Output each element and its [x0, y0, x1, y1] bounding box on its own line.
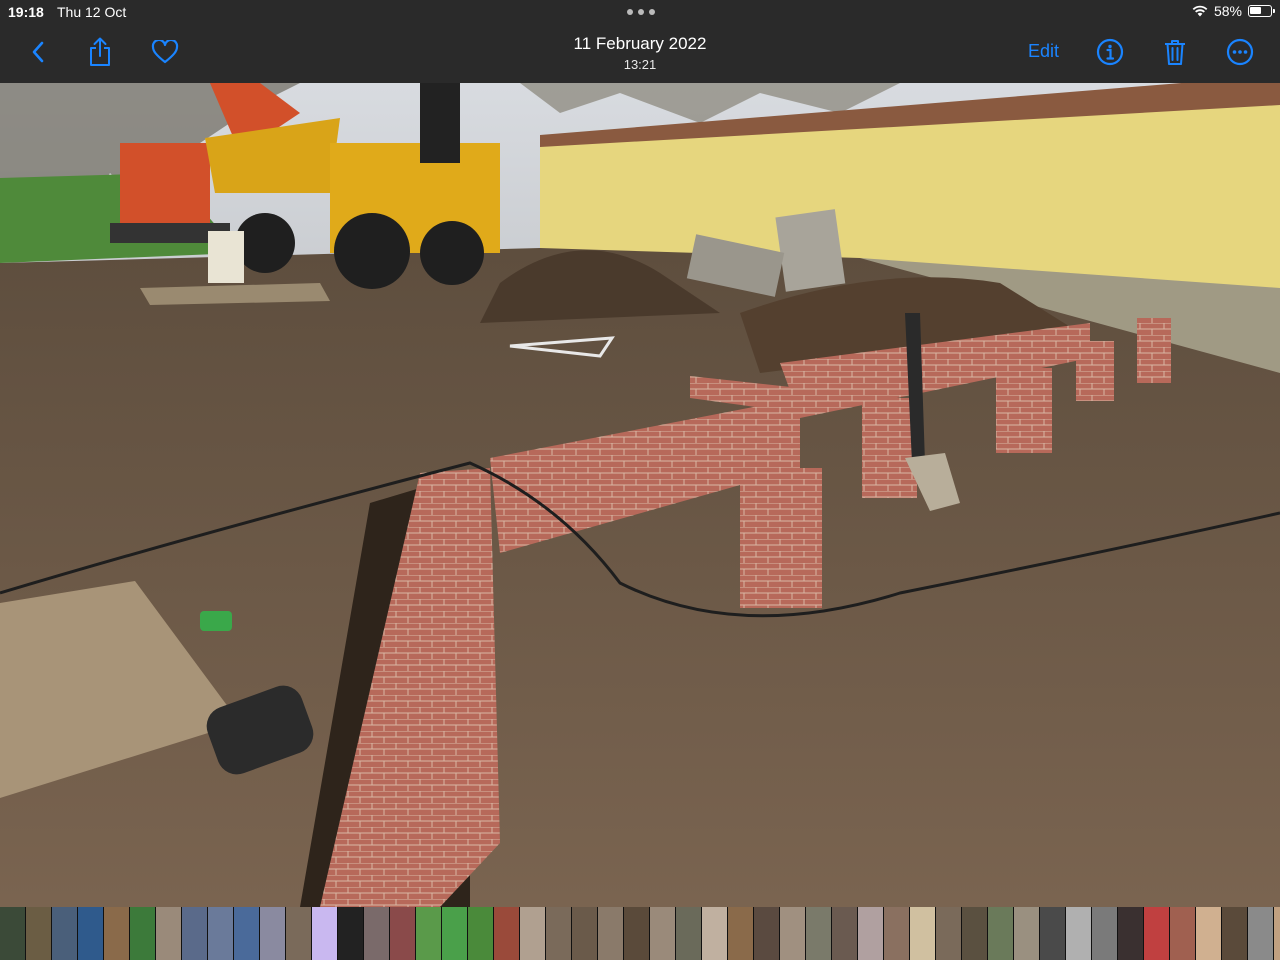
favorite-button[interactable]: [143, 30, 187, 74]
filmstrip-thumbnail[interactable]: [1196, 907, 1221, 960]
filmstrip-thumbnail[interactable]: [1092, 907, 1117, 960]
back-button[interactable]: [16, 30, 60, 74]
filmstrip-thumbnail[interactable]: [0, 907, 25, 960]
photo-view[interactable]: [0, 83, 1280, 907]
filmstrip-thumbnail[interactable]: [1118, 907, 1143, 960]
filmstrip-thumbnail[interactable]: [416, 907, 441, 960]
filmstrip-thumbnail[interactable]: [1040, 907, 1065, 960]
filmstrip[interactable]: [0, 907, 1280, 960]
filmstrip-thumbnail[interactable]: [962, 907, 987, 960]
heart-icon: [151, 40, 179, 64]
filmstrip-thumbnail[interactable]: [312, 907, 337, 960]
filmstrip-thumbnail[interactable]: [1248, 907, 1273, 960]
filmstrip-thumbnail[interactable]: [988, 907, 1013, 960]
info-button[interactable]: [1088, 30, 1132, 74]
filmstrip-thumbnail[interactable]: [364, 907, 389, 960]
filmstrip-thumbnail[interactable]: [572, 907, 597, 960]
filmstrip-thumbnail[interactable]: [546, 907, 571, 960]
filmstrip-thumbnail[interactable]: [390, 907, 415, 960]
filmstrip-thumbnail[interactable]: [208, 907, 233, 960]
filmstrip-thumbnail[interactable]: [260, 907, 285, 960]
battery-icon: [1248, 5, 1275, 17]
edit-button[interactable]: Edit: [1028, 41, 1059, 62]
filmstrip-thumbnail[interactable]: [1066, 907, 1091, 960]
filmstrip-thumbnail[interactable]: [182, 907, 207, 960]
filmstrip-thumbnail[interactable]: [754, 907, 779, 960]
battery-percent: 58%: [1213, 3, 1242, 19]
filmstrip-thumbnail[interactable]: [676, 907, 701, 960]
status-bar: 19:18 Thu 12 Oct 58%: [0, 0, 1280, 24]
more-button[interactable]: [1218, 30, 1262, 74]
filmstrip-thumbnail[interactable]: [520, 907, 545, 960]
filmstrip-thumbnail[interactable]: [26, 907, 51, 960]
filmstrip-thumbnail[interactable]: [156, 907, 181, 960]
filmstrip-thumbnail[interactable]: [1144, 907, 1169, 960]
filmstrip-thumbnail[interactable]: [1014, 907, 1039, 960]
filmstrip-thumbnail[interactable]: [468, 907, 493, 960]
filmstrip-thumbnail[interactable]: [1222, 907, 1247, 960]
filmstrip-thumbnail[interactable]: [104, 907, 129, 960]
share-icon: [90, 37, 110, 66]
delete-button[interactable]: [1153, 30, 1197, 74]
filmstrip-thumbnail[interactable]: [780, 907, 805, 960]
photo-toolbar: 11 February 2022 13:21 Edit: [0, 24, 1280, 83]
info-icon: [1096, 38, 1124, 66]
filmstrip-thumbnail[interactable]: [702, 907, 727, 960]
filmstrip-thumbnail[interactable]: [78, 907, 103, 960]
share-button[interactable]: [78, 30, 122, 74]
filmstrip-thumbnail[interactable]: [234, 907, 259, 960]
wifi-icon: [1192, 5, 1208, 17]
filmstrip-thumbnail[interactable]: [442, 907, 467, 960]
filmstrip-thumbnail[interactable]: [130, 907, 155, 960]
filmstrip-thumbnail[interactable]: [598, 907, 623, 960]
multitasking-dots-icon[interactable]: [627, 9, 655, 15]
back-chevron-icon: [32, 41, 44, 63]
trash-icon: [1165, 40, 1185, 65]
status-right: 58%: [1192, 3, 1275, 19]
filmstrip-thumbnail[interactable]: [650, 907, 675, 960]
filmstrip-thumbnail[interactable]: [884, 907, 909, 960]
filmstrip-thumbnail[interactable]: [936, 907, 961, 960]
filmstrip-thumbnail[interactable]: [52, 907, 77, 960]
filmstrip-thumbnail[interactable]: [858, 907, 883, 960]
photo-time: 13:21: [623, 57, 657, 72]
filmstrip-thumbnail[interactable]: [832, 907, 857, 960]
filmstrip-thumbnail[interactable]: [910, 907, 935, 960]
status-time: 19:18: [8, 4, 44, 20]
filmstrip-thumbnail[interactable]: [624, 907, 649, 960]
filmstrip-thumbnail[interactable]: [1274, 907, 1280, 960]
construction-site-photo: [0, 83, 1280, 907]
photo-date: 11 February 2022: [573, 34, 707, 53]
filmstrip-thumbnail[interactable]: [728, 907, 753, 960]
status-date: Thu 12 Oct: [57, 4, 127, 20]
more-icon: [1226, 38, 1254, 66]
filmstrip-thumbnail[interactable]: [338, 907, 363, 960]
filmstrip-thumbnail[interactable]: [1170, 907, 1195, 960]
filmstrip-thumbnail[interactable]: [494, 907, 519, 960]
filmstrip-thumbnail[interactable]: [286, 907, 311, 960]
filmstrip-thumbnail[interactable]: [806, 907, 831, 960]
